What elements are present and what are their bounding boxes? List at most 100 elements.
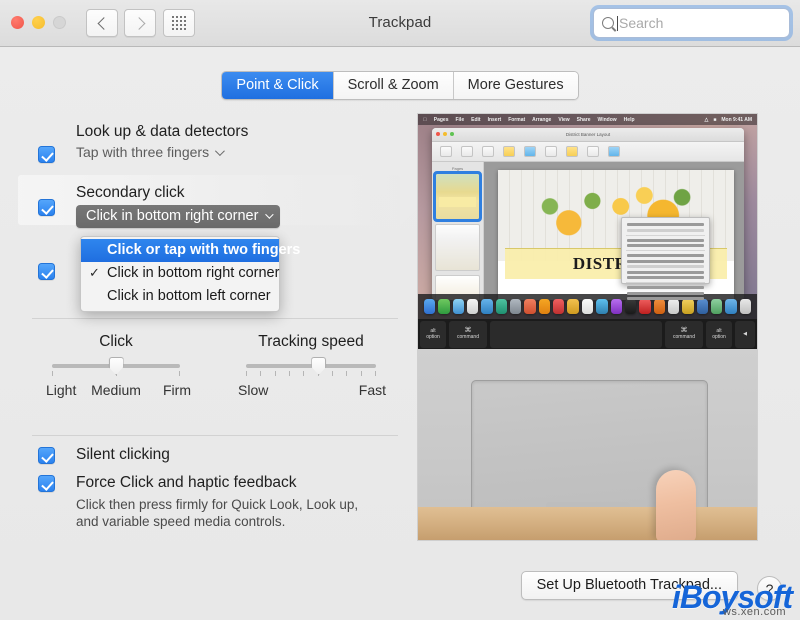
demo-tool-chart bbox=[545, 146, 557, 157]
menu-item-bottom-right[interactable]: ✓ Click in bottom right corner bbox=[81, 262, 279, 285]
obscured-option-checkbox[interactable] bbox=[38, 263, 55, 280]
demo-menu-item: Format bbox=[504, 116, 525, 123]
divider-bottom bbox=[32, 435, 398, 436]
demo-key-option-left: alt option bbox=[420, 320, 446, 348]
battery-icon: ■ bbox=[713, 116, 717, 123]
tracking-slider-labels: Slow Fast bbox=[214, 382, 408, 398]
demo-context-item bbox=[626, 297, 705, 300]
option-secondary-click[interactable]: Secondary click Click in bottom right co… bbox=[18, 183, 281, 228]
force-click-help-line2: and variable speed media controls. bbox=[76, 514, 286, 529]
tab-more-gestures[interactable]: More Gestures bbox=[453, 72, 578, 99]
demo-finger bbox=[656, 470, 696, 540]
demo-window-titlebar: District Banner Layout bbox=[432, 128, 744, 142]
demo-context-item bbox=[626, 244, 705, 248]
secondary-click-dropdown-menu[interactable]: Click or tap with two fingers ✓ Click in… bbox=[80, 236, 300, 312]
look-up-value-popup[interactable]: Tap with three fingers bbox=[76, 144, 248, 160]
silent-clicking-checkbox[interactable] bbox=[38, 447, 55, 464]
demo-window-body: Pages DISTRICT bbox=[432, 162, 744, 300]
demo-menu-item: View bbox=[554, 116, 569, 123]
tracking-slider-label-fast: Fast bbox=[358, 382, 386, 398]
search-icon bbox=[602, 17, 614, 29]
demo-menu-item: Insert bbox=[483, 116, 502, 123]
demo-context-item bbox=[626, 291, 705, 295]
demo-toolbar bbox=[432, 142, 744, 162]
demo-tool-view bbox=[440, 146, 452, 157]
demo-context-item bbox=[626, 254, 705, 258]
demo-pages-window: District Banner Layout Pages DISTRICT bbox=[432, 128, 744, 300]
demo-key-label: ◀ bbox=[743, 331, 747, 337]
demo-trackpad-photo: alt option ⌘ command ⌘ command alt optio… bbox=[418, 319, 757, 540]
secondary-click-label: Secondary click bbox=[76, 184, 185, 201]
watermark-subtext: ws.xen.com bbox=[722, 606, 786, 618]
click-slider-labels: Light Medium Firm bbox=[18, 382, 214, 398]
menu-item-label: Click in bottom left corner bbox=[107, 288, 271, 304]
demo-tool-text bbox=[566, 146, 578, 157]
tracking-slider-title: Tracking speed bbox=[258, 333, 364, 350]
demo-key-option-right: alt option bbox=[706, 320, 732, 348]
search-placeholder: Search bbox=[619, 15, 664, 31]
demo-menu-item: Arrange bbox=[528, 116, 551, 123]
option-silent-clicking[interactable]: Silent clicking bbox=[18, 445, 170, 467]
demo-menu-item: Help bbox=[619, 116, 635, 123]
click-slider-block: Click Light Medium Firm bbox=[18, 333, 214, 398]
demo-menu-status-icons: △ ■ Mon 9:41 AM bbox=[704, 117, 752, 123]
demo-key-label: command bbox=[457, 334, 479, 340]
demo-page-thumbnails: Pages bbox=[432, 162, 484, 300]
option-look-up-and-data-detectors[interactable]: Look up & data detectors Tap with three … bbox=[18, 122, 248, 163]
demo-tool-shape bbox=[587, 146, 599, 157]
checkmark-icon: ✓ bbox=[89, 265, 100, 280]
demo-key-label: command bbox=[673, 334, 695, 340]
text-caret bbox=[617, 15, 618, 31]
tracking-slider-block: Tracking speed Slow Fast bbox=[214, 333, 408, 398]
demo-context-item bbox=[626, 286, 705, 290]
search-field[interactable]: Search bbox=[593, 8, 790, 38]
demo-key-label: option bbox=[426, 334, 440, 340]
option-force-click[interactable]: Force Click and haptic feedback Click th… bbox=[18, 473, 358, 530]
demo-context-item bbox=[626, 276, 705, 280]
menu-item-two-fingers[interactable]: Click or tap with two fingers bbox=[81, 239, 300, 262]
demo-menu-item: File bbox=[451, 116, 464, 123]
click-slider-track[interactable] bbox=[52, 357, 180, 376]
demo-palm-rest bbox=[418, 349, 757, 540]
force-click-help: Click then press firmly for Quick Look, … bbox=[76, 496, 358, 530]
demo-tool-table bbox=[524, 146, 536, 157]
silent-clicking-label: Silent clicking bbox=[76, 446, 170, 463]
settings-panel: Look up & data detectors Tap with three … bbox=[18, 105, 425, 545]
demo-menu-item: Share bbox=[572, 116, 591, 123]
click-slider-label-firm: Firm bbox=[163, 382, 191, 398]
demo-desk-surface bbox=[418, 507, 757, 540]
set-up-bluetooth-trackpad-button[interactable]: Set Up Bluetooth Trackpad... bbox=[520, 571, 738, 600]
demo-dock bbox=[418, 294, 757, 319]
demo-document-canvas: DISTRICT bbox=[484, 162, 744, 300]
demo-page-thumb bbox=[433, 171, 482, 222]
click-slider-title: Click bbox=[99, 333, 133, 350]
chevron-down-icon bbox=[215, 145, 225, 156]
demo-key-space bbox=[490, 320, 662, 348]
force-click-checkbox[interactable] bbox=[38, 475, 55, 492]
tab-point-and-click[interactable]: Point & Click bbox=[222, 72, 334, 99]
tab-scroll-and-zoom[interactable]: Scroll & Zoom bbox=[333, 72, 454, 99]
tracking-slider-ticks bbox=[246, 371, 376, 376]
menu-item-bottom-left[interactable]: Click in bottom left corner bbox=[81, 285, 279, 308]
demo-context-menu bbox=[620, 216, 711, 300]
secondary-click-checkbox[interactable] bbox=[38, 199, 55, 216]
option-obscured-by-menu[interactable] bbox=[18, 263, 76, 285]
secondary-click-popup-button[interactable]: Click in bottom right corner bbox=[76, 205, 281, 228]
divider-top bbox=[32, 318, 398, 319]
demo-tool-media bbox=[608, 146, 620, 157]
help-button[interactable]: ? bbox=[757, 576, 782, 601]
demo-context-item bbox=[626, 265, 705, 269]
demo-context-item bbox=[626, 270, 705, 274]
demo-screen-recording:  Pages File Edit Insert Format Arrange … bbox=[418, 114, 757, 319]
secondary-click-value: Click in bottom right corner bbox=[86, 208, 259, 224]
demo-page-thumb bbox=[435, 224, 480, 271]
demo-context-item bbox=[626, 238, 705, 242]
tracking-slider-track[interactable] bbox=[246, 357, 376, 376]
look-up-checkbox[interactable] bbox=[38, 146, 55, 163]
demo-keyboard-row: alt option ⌘ command ⌘ command alt optio… bbox=[418, 319, 757, 349]
tab-group: Point & Click Scroll & Zoom More Gesture… bbox=[221, 71, 579, 100]
menu-item-label: Click in bottom right corner bbox=[107, 265, 280, 281]
clock-label: Mon 9:41 AM bbox=[721, 116, 752, 123]
demo-key-command-right: ⌘ command bbox=[665, 320, 703, 348]
tab-bar: Point & Click Scroll & Zoom More Gesture… bbox=[0, 71, 800, 100]
